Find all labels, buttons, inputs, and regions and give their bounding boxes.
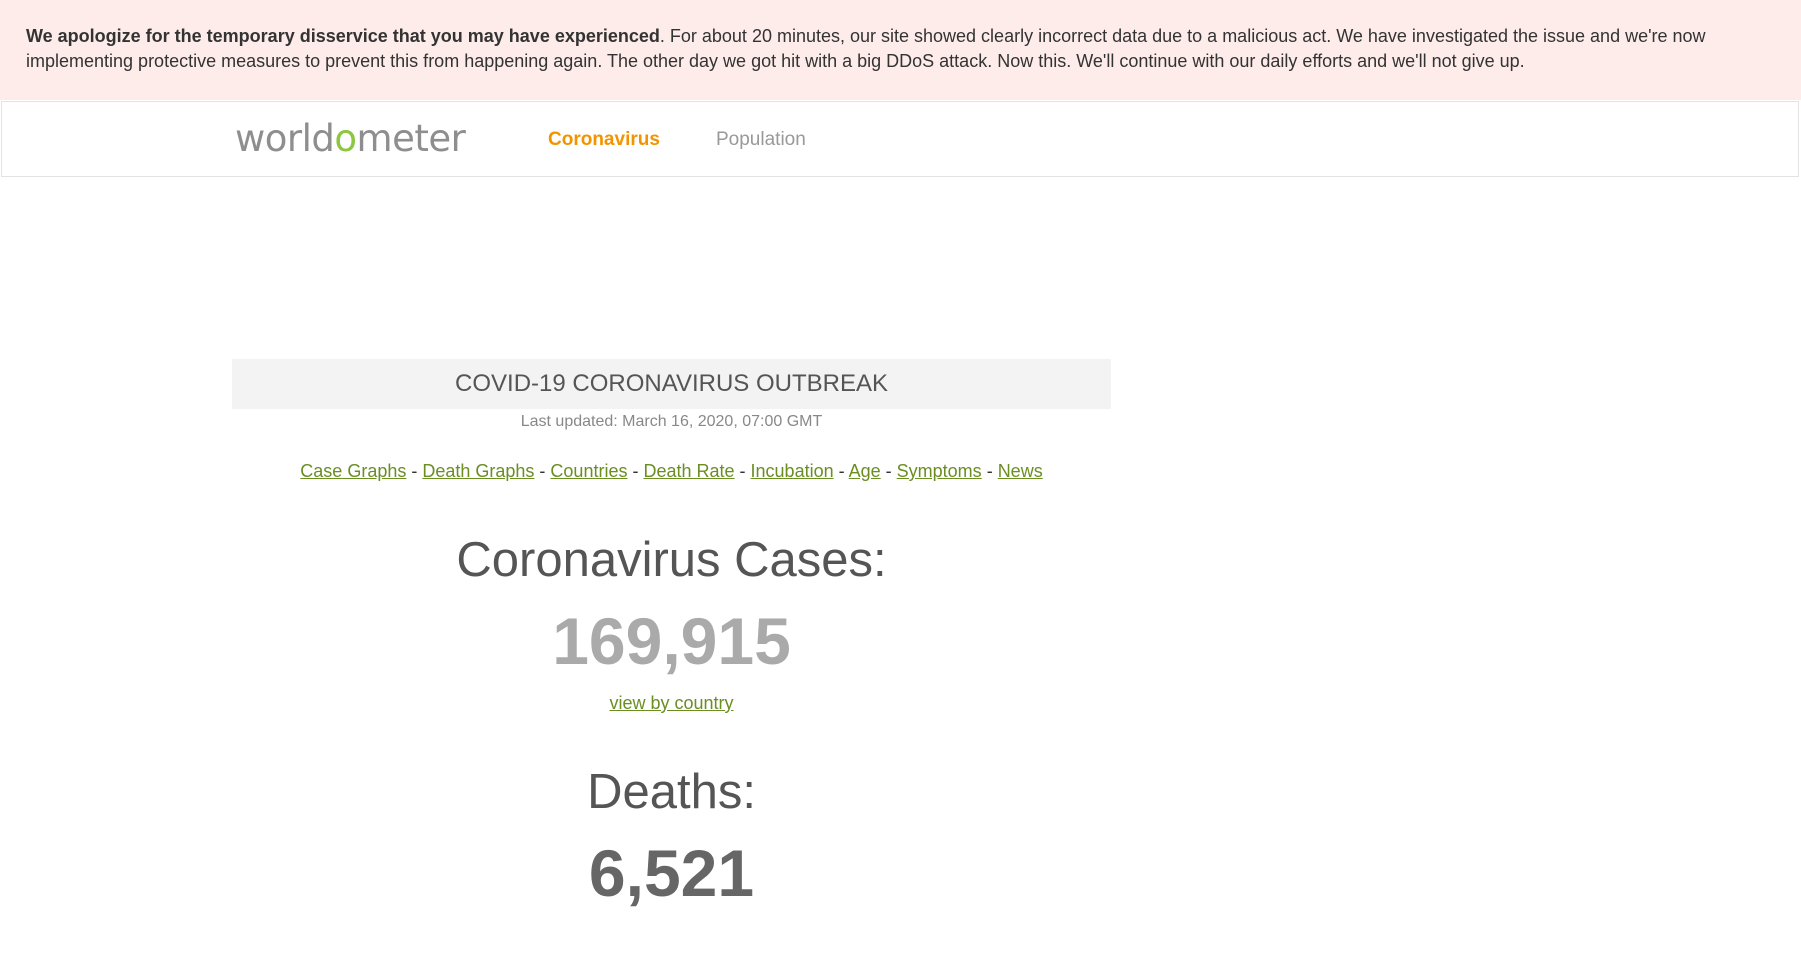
cases-label: Coronavirus Cases:	[456, 533, 887, 587]
link-death-graphs[interactable]: Death Graphs	[422, 461, 534, 481]
link-age[interactable]: Age	[849, 461, 881, 481]
logo-green-o: o	[334, 117, 357, 160]
nav-coronavirus-link[interactable]: Coronavirus	[548, 128, 660, 152]
link-death-rate[interactable]: Death Rate	[643, 461, 734, 481]
view-by-country-wrapper: view by country	[232, 691, 1111, 715]
alert-banner: We apologize for the temporary disservic…	[0, 0, 1801, 100]
link-case-graphs[interactable]: Case Graphs	[300, 461, 406, 481]
link-separator: -	[627, 461, 644, 481]
link-separator: -	[406, 461, 423, 481]
link-symptoms[interactable]: Symptoms	[897, 461, 982, 481]
link-countries[interactable]: Countries	[550, 461, 627, 481]
page-title: COVID-19 CORONAVIRUS OUTBREAK	[232, 359, 1111, 409]
worldometer-logo[interactable]: worldometer	[235, 117, 466, 160]
link-separator: -	[534, 461, 551, 481]
quick-links-bar: Case Graphs - Death Graphs - Countries -…	[232, 459, 1111, 483]
link-separator: -	[833, 461, 849, 481]
alert-bold-text: We apologize for the temporary disservic…	[26, 26, 660, 46]
link-separator: -	[880, 461, 897, 481]
link-incubation[interactable]: Incubation	[751, 461, 834, 481]
nav-population-link[interactable]: Population	[716, 128, 806, 152]
deaths-count: 6,521	[588, 836, 755, 910]
link-separator: -	[981, 461, 998, 481]
deaths-label: Deaths:	[587, 765, 756, 819]
top-navbar: worldometer Coronavirus Population	[1, 101, 1799, 177]
link-news[interactable]: News	[998, 461, 1043, 481]
link-separator: -	[734, 461, 751, 481]
last-updated-text: Last updated: March 16, 2020, 07:00 GMT	[520, 413, 823, 430]
view-by-country-link[interactable]: view by country	[609, 693, 733, 713]
logo-text-world: world	[235, 117, 335, 160]
cases-count: 169,915	[552, 604, 791, 678]
logo-text-meter: meter	[356, 117, 466, 160]
